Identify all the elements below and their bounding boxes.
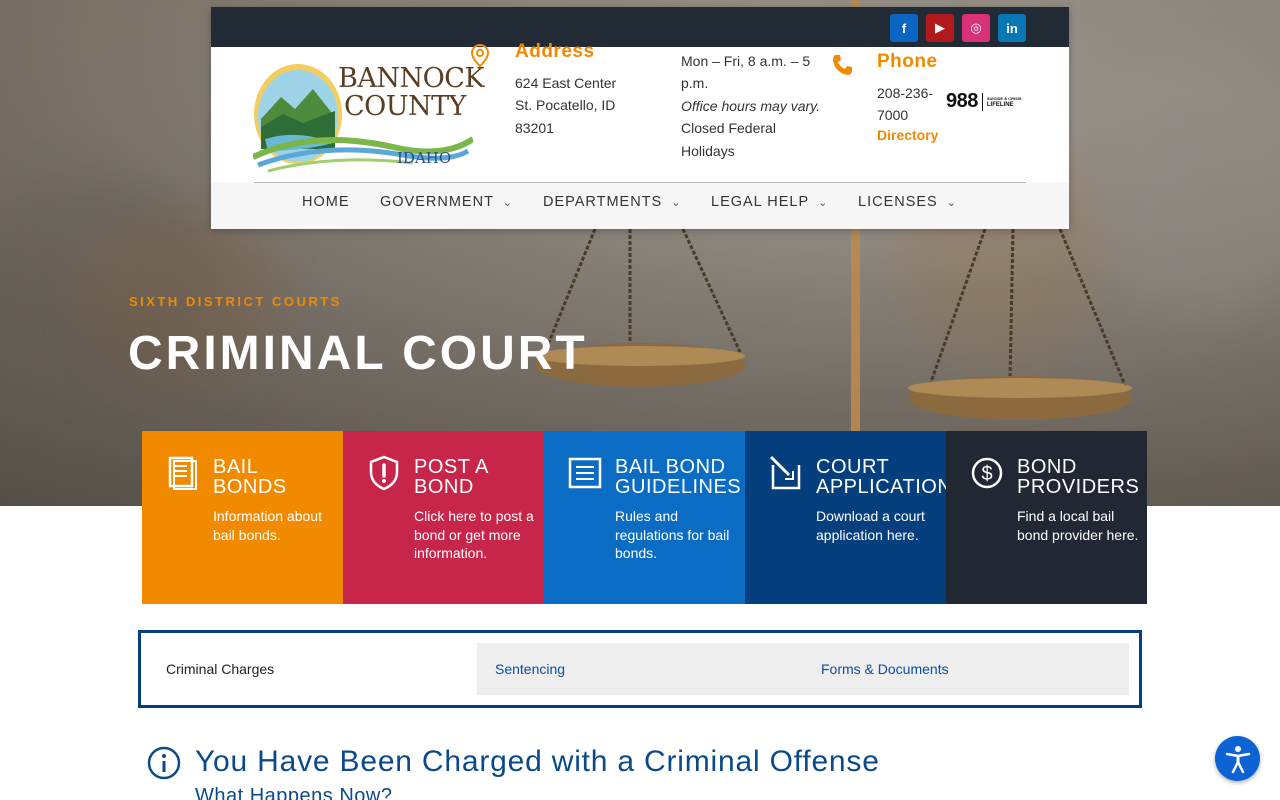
chevron-down-icon: ⌄ bbox=[671, 196, 682, 209]
dollar-icon: $ bbox=[971, 457, 1003, 489]
phone-icon bbox=[833, 55, 852, 75]
tile-description: Find a local bail bond provider here. bbox=[1017, 508, 1139, 543]
hero-kicker: SIXTH DISTRICT COURTS bbox=[129, 294, 342, 309]
nav-licenses[interactable]: LICENSES ⌄ bbox=[858, 194, 957, 210]
accessibility-icon bbox=[1225, 745, 1250, 773]
tab-sentencing[interactable]: Sentencing bbox=[495, 661, 565, 677]
content-tabs: Criminal Charges Sentencing Forms & Docu… bbox=[138, 630, 1142, 708]
tile-bond-providers[interactable]: $ BOND PROVIDERS Find a local bail bond … bbox=[946, 431, 1147, 604]
document-icon bbox=[168, 456, 197, 490]
site-header: f ▶ ◎ in BANNOCK COUNTY IDAHO Address 62… bbox=[211, 7, 1069, 229]
tile-description: Rules and regulations for bail bonds. bbox=[615, 508, 730, 561]
lifeline-text-bottom: LIFELINE bbox=[986, 101, 1014, 108]
accessibility-button[interactable] bbox=[1215, 736, 1260, 781]
crisis-lifeline-logo[interactable]: 988 SUICIDE & CRISIS LIFELINE bbox=[946, 90, 1022, 113]
tile-title: BAIL BONDS bbox=[213, 456, 287, 498]
chevron-down-icon: ⌄ bbox=[502, 196, 514, 209]
tile-description: Click here to post a bond or get more in… bbox=[414, 508, 534, 561]
tile-bail-bond-guidelines[interactable]: BAIL BOND GUIDELINES Rules and regulatio… bbox=[544, 431, 745, 604]
tile-description: Information about bail bonds. bbox=[213, 508, 322, 543]
tab-label: Criminal Charges bbox=[166, 661, 275, 677]
tab-criminal-charges[interactable]: Criminal Charges bbox=[153, 643, 478, 695]
phone-heading: Phone bbox=[877, 51, 938, 72]
tile-post-a-bond[interactable]: POST A BOND Click here to post a bond or… bbox=[343, 431, 544, 604]
lifeline-text-top: SUICIDE & CRISIS bbox=[986, 95, 1022, 101]
tab-group-inactive: Sentencing Forms & Documents bbox=[477, 643, 1129, 695]
linkedin-icon[interactable]: in bbox=[998, 14, 1026, 42]
nav-legal-help-label: LEGAL HELP bbox=[711, 194, 810, 210]
lifeline-number: 988 bbox=[946, 90, 978, 112]
main-navigation: HOME GOVERNMENT ⌄ DEPARTMENTS ⌄ LEGAL HELP… bbox=[211, 182, 1069, 229]
tile-bail-bonds[interactable]: BAIL BONDS Information about bail bonds. bbox=[142, 431, 343, 604]
hours-line: Mon – Fri, 8 a.m. – 5 p.m. bbox=[681, 53, 811, 92]
tile-title: BAIL BOND GUIDELINES bbox=[615, 456, 742, 498]
map-pin-icon bbox=[470, 44, 490, 68]
facebook-icon[interactable]: f bbox=[890, 14, 918, 42]
nav-home-label: HOME bbox=[302, 194, 350, 210]
nav-licenses-label: LICENSES bbox=[858, 194, 938, 210]
office-hours: Mon – Fri, 8 a.m. – 5 p.m. Office hours … bbox=[681, 50, 821, 162]
address-text: 624 East Center St. Pocatello, ID 83201 bbox=[515, 75, 617, 136]
tile-title: COURT APPLICATIONS bbox=[816, 456, 946, 498]
alert-icon bbox=[369, 455, 399, 491]
svg-text:$: $ bbox=[981, 463, 992, 485]
holiday-note: Closed Federal Holidays bbox=[681, 120, 776, 159]
chevron-down-icon: ⌄ bbox=[946, 196, 957, 209]
nav-home[interactable]: HOME bbox=[302, 194, 350, 210]
edit-icon bbox=[769, 455, 801, 490]
phone-number[interactable]: 208-236-7000 bbox=[877, 82, 937, 127]
nav-legal-help[interactable]: LEGAL HELP ⌄ bbox=[711, 194, 828, 210]
youtube-icon[interactable]: ▶ bbox=[926, 14, 954, 42]
logo-text-county: COUNTY bbox=[344, 91, 467, 122]
section-heading: You Have Been Charged with a Criminal Of… bbox=[195, 745, 880, 778]
nav-departments-label: DEPARTMENTS bbox=[543, 194, 663, 210]
nav-government-label: GOVERNMENT bbox=[380, 194, 494, 210]
tile-title: POST A BOND bbox=[414, 456, 489, 498]
info-icon bbox=[147, 746, 181, 780]
chevron-down-icon: ⌄ bbox=[818, 196, 829, 209]
logo-text-bannock: BANNOCK bbox=[338, 63, 485, 94]
hours-note: Office hours may vary. bbox=[681, 97, 821, 114]
tile-title: BOND PROVIDERS bbox=[1017, 456, 1140, 498]
tile-court-applications[interactable]: COURT APPLICATIONS Download a court appl… bbox=[745, 431, 946, 604]
tab-forms-documents[interactable]: Forms & Documents bbox=[821, 661, 949, 677]
nav-departments[interactable]: DEPARTMENTS ⌄ bbox=[543, 194, 681, 210]
social-bar: f ▶ ◎ in bbox=[211, 7, 1069, 47]
directory-link[interactable]: Directory bbox=[877, 127, 938, 143]
page-title: CRIMINAL COURT bbox=[128, 327, 588, 380]
logo-text-idaho: IDAHO bbox=[397, 149, 452, 167]
section-subheading: What Happens Now? bbox=[195, 785, 393, 800]
list-icon bbox=[568, 457, 602, 489]
address-heading: Address bbox=[515, 41, 595, 62]
instagram-icon[interactable]: ◎ bbox=[962, 14, 990, 42]
nav-government[interactable]: GOVERNMENT ⌄ bbox=[380, 194, 513, 210]
tile-description: Download a court application here. bbox=[816, 508, 925, 543]
